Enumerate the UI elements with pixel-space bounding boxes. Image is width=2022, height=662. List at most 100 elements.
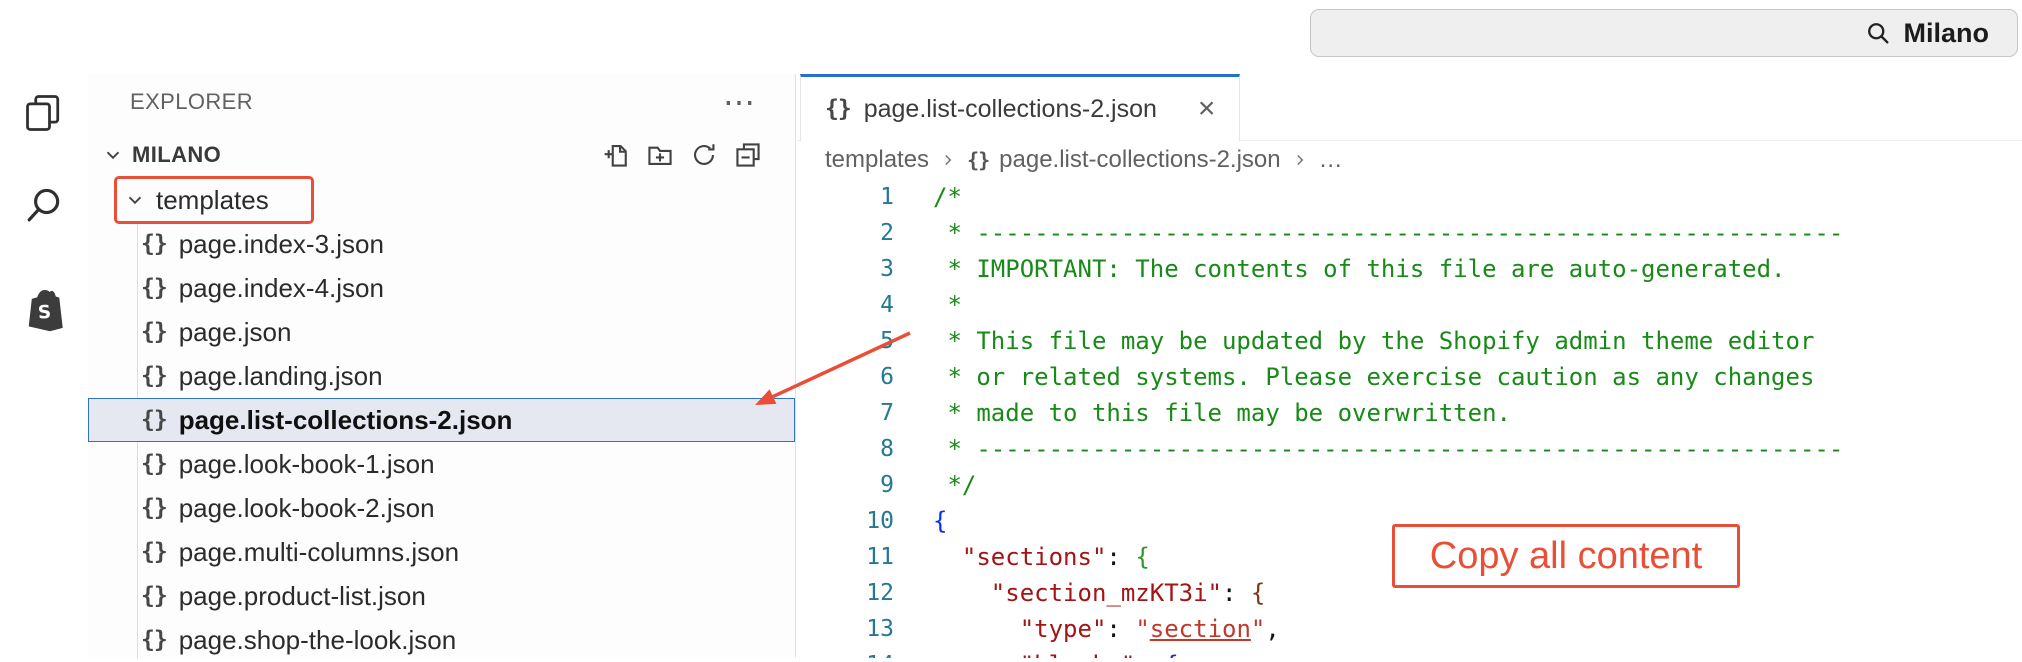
- code-text: * --------------------------------------…: [933, 219, 1844, 247]
- json-file-icon: {}: [141, 495, 168, 521]
- workspace-actions: [603, 142, 795, 168]
- line-number: 12: [866, 580, 894, 606]
- json-file-icon: {}: [141, 275, 168, 301]
- more-actions-icon[interactable]: ⋯: [723, 86, 755, 118]
- code-text: * --------------------------------------…: [933, 435, 1844, 463]
- code-line: 7 * made to this file may be overwritten…: [797, 395, 2022, 431]
- tab-page-list-collections-2[interactable]: {} page.list-collections-2.json ×: [800, 74, 1241, 141]
- file-name: page.index-3.json: [178, 228, 384, 259]
- code-line: 12 "section_mzKT3i": {: [797, 575, 2022, 611]
- command-center-search[interactable]: Milano: [1310, 9, 2018, 57]
- new-folder-icon[interactable]: [647, 142, 673, 168]
- explorer-title: EXPLORER: [130, 89, 254, 114]
- code-line: 6 * or related systems. Please exercise …: [797, 359, 2022, 395]
- line-number: 3: [880, 256, 894, 282]
- breadcrumb-folder[interactable]: templates: [825, 146, 929, 174]
- json-file-icon: {}: [141, 583, 168, 609]
- line-number: 7: [880, 400, 894, 426]
- code-line: 4 *: [797, 287, 2022, 323]
- explorer-header: EXPLORER ⋯: [88, 84, 795, 120]
- breadcrumb-more[interactable]: …: [1319, 146, 1343, 174]
- folder-item-templates[interactable]: templates: [88, 178, 795, 222]
- file-name: page.list-collections-2.json: [178, 404, 513, 435]
- file-row[interactable]: {} page.index-3.json: [88, 222, 795, 266]
- code-text: /*: [933, 183, 962, 211]
- file-name: page.index-4.json: [178, 272, 384, 303]
- line-number: 6: [880, 364, 894, 390]
- collapse-all-icon[interactable]: [735, 142, 761, 168]
- code-line: 10 {: [797, 503, 2022, 539]
- file-name: page.landing.json: [178, 360, 383, 391]
- folder-name: templates: [156, 184, 269, 215]
- tab-bar: {} page.list-collections-2.json ×: [797, 74, 2022, 141]
- json-file-icon: {}: [141, 363, 168, 389]
- file-row[interactable]: {} page.json: [88, 310, 795, 354]
- shopify-bag-icon: S: [28, 290, 63, 332]
- file-name: page.multi-columns.json: [178, 536, 460, 567]
- line-number: 4: [880, 292, 894, 318]
- chevron-right-icon: [945, 154, 952, 166]
- activity-explorer-button[interactable]: [0, 85, 88, 141]
- workspace-search-label: Milano: [1903, 17, 1990, 48]
- file-row[interactable]: {} page.look-book-1.json: [88, 442, 795, 486]
- line-number: 5: [880, 328, 894, 354]
- json-file-icon: {}: [141, 319, 168, 345]
- line-number: 1: [880, 184, 894, 210]
- file-row[interactable]: {} page.product-list.json: [88, 574, 795, 618]
- file-name: page.look-book-2.json: [178, 492, 435, 523]
- file-row[interactable]: {} page.list-collections-2.json: [88, 398, 795, 442]
- code-text: * This file may be updated by the Shopif…: [933, 327, 1815, 355]
- code-editor[interactable]: 1 /* 2 * ---------------------------------…: [797, 179, 2022, 658]
- line-number: 9: [880, 472, 894, 498]
- code-text: "section_mzKT3i": {: [990, 579, 1266, 607]
- new-file-icon[interactable]: [603, 142, 629, 168]
- close-icon[interactable]: ×: [1198, 92, 1216, 126]
- code-text: "blocks": {: [894, 647, 1179, 658]
- json-file-icon: {}: [967, 148, 990, 172]
- json-file-icon: {}: [141, 451, 168, 477]
- file-list: {} page.index-3.json{} page.index-4.json{}…: [88, 222, 795, 662]
- code-line: 2 * ------------------------------------…: [797, 215, 2022, 251]
- workspace-name: MILANO: [132, 142, 222, 167]
- files-icon: [26, 95, 60, 131]
- chevron-down-icon: [128, 196, 142, 205]
- line-number: 14: [797, 647, 894, 658]
- breadcrumb-file[interactable]: page.list-collections-2.json: [999, 146, 1280, 174]
- file-row[interactable]: {} page.shop-the-look.json: [88, 618, 795, 662]
- breadcrumb: templates {} page.list-collections-2.jso…: [797, 141, 2022, 179]
- line-number: 2: [880, 220, 894, 246]
- code-line: 9 */: [797, 467, 2022, 503]
- title-bar: Milano: [0, 0, 2022, 74]
- code-line: 11 "sections": {: [797, 539, 2022, 575]
- code-text: * made to this file may be overwritten.: [933, 399, 1511, 427]
- line-number: 11: [866, 544, 894, 570]
- file-name: page.shop-the-look.json: [178, 624, 457, 655]
- code-line: 1 /*: [797, 179, 2022, 215]
- line-number: 10: [866, 508, 894, 534]
- code-line: 13 "type": "section",: [797, 611, 2022, 647]
- json-file-icon: {}: [141, 407, 168, 433]
- code-line: 3 * IMPORTANT: The contents of this file…: [797, 251, 2022, 287]
- file-row[interactable]: {} page.multi-columns.json: [88, 530, 795, 574]
- line-number: 13: [866, 616, 894, 642]
- json-file-icon: {}: [825, 96, 852, 122]
- chevron-down-icon: [106, 151, 120, 160]
- activity-shopify-button[interactable]: S: [0, 282, 88, 338]
- editor-group: {} page.list-collections-2.json × templa…: [797, 74, 2022, 658]
- refresh-icon[interactable]: [691, 142, 717, 168]
- workspace-section-header[interactable]: MILANO: [88, 134, 795, 176]
- file-name: page.product-list.json: [178, 580, 426, 611]
- code-text: * or related systems. Please exercise ca…: [933, 363, 1815, 391]
- file-row[interactable]: {} page.landing.json: [88, 354, 795, 398]
- code-text: "sections": {: [961, 543, 1150, 571]
- json-file-icon: {}: [141, 539, 168, 565]
- tab-label: page.list-collections-2.json: [863, 94, 1157, 123]
- code-text: *: [933, 291, 962, 319]
- json-file-icon: {}: [141, 231, 168, 257]
- file-name: page.look-book-1.json: [178, 448, 435, 479]
- file-row[interactable]: {} page.look-book-2.json: [88, 486, 795, 530]
- activity-search-button[interactable]: [0, 177, 88, 233]
- code-text: * IMPORTANT: The contents of this file a…: [933, 255, 1786, 283]
- code-text: "type": "section",: [1019, 615, 1280, 643]
- file-row[interactable]: {} page.index-4.json: [88, 266, 795, 310]
